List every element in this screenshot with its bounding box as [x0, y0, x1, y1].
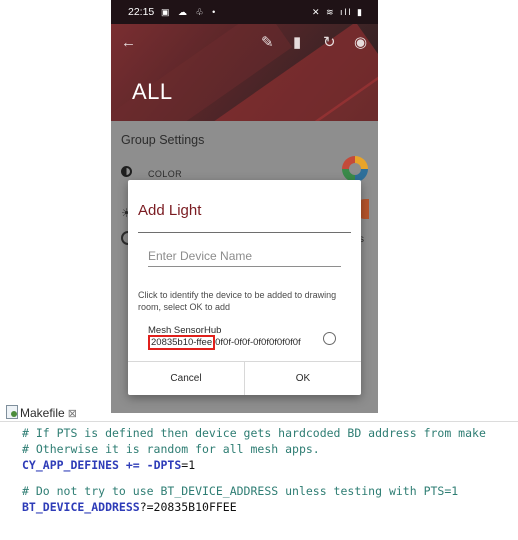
hint-text: Click to identify the device to be added… [138, 290, 337, 312]
refresh-icon[interactable]: ↻ [323, 34, 336, 52]
delete-icon[interactable]: ▮ [293, 34, 301, 52]
code-line-5: BT_DEVICE_ADDRESS?=20835B10FFEE [22, 499, 237, 515]
uuid-highlight: 20835b10-ffee [148, 335, 216, 350]
color-label: COLOR [148, 169, 183, 179]
notification-icons: ▣ ☁ ♧ • [161, 7, 219, 17]
system-icons: ✕ ≋ ıll ▮ [311, 7, 364, 17]
code-line-4: # Do not try to use BT_DEVICE_ADDRESS un… [22, 484, 459, 498]
device-list-item[interactable]: Mesh SensorHub 20835b10-ffee 0f0f-0f0f-0f… [144, 325, 354, 355]
back-arrow-icon[interactable]: ← [121, 34, 136, 52]
title-divider [138, 232, 351, 233]
tab-divider [0, 421, 518, 422]
device-uuid: 20835b10-ffee 0f0f-0f0f-0f0f0f0f0f0f [148, 335, 301, 350]
status-bar: 22:15 ▣ ☁ ♧ • ✕ ≋ ıll ▮ [111, 0, 378, 24]
tab-label: Makefile [20, 406, 65, 420]
tab-makefile[interactable]: Makefile ⊠ [6, 404, 77, 422]
device-name-input[interactable] [148, 246, 341, 267]
cancel-button[interactable]: Cancel [128, 362, 244, 395]
device-radio-button[interactable] [323, 332, 336, 345]
code-line-1: # If PTS is defined then device gets har… [22, 426, 486, 440]
code-line-3: CY_APP_DEFINES += -DPTS=1 [22, 457, 195, 473]
color-wheel-icon[interactable] [342, 156, 368, 182]
contrast-icon [121, 166, 132, 177]
section-title: Group Settings [121, 133, 205, 147]
target-icon[interactable]: ◉ [354, 34, 367, 52]
add-light-dialog: Add Light Click to identify the device t… [128, 180, 361, 395]
edit-icon[interactable]: ✎ [261, 34, 274, 52]
code-operator: += [118, 458, 147, 472]
ok-button[interactable]: OK [245, 362, 361, 395]
close-icon[interactable]: ⊠ [68, 408, 77, 420]
code-value-suffix: =1 [181, 458, 196, 472]
code-value: ?=20835B10FFEE [139, 500, 237, 514]
app-bar: ← ✎ ▮ ↻ ◉ ALL [111, 24, 378, 121]
code-line-2: # Otherwise it is random for all mesh ap… [22, 442, 320, 456]
status-time: 22:15 [128, 6, 155, 18]
code-key: BT_DEVICE_ADDRESS [22, 500, 140, 514]
code-value: -DPTS [146, 458, 182, 472]
page-title: ALL [132, 79, 173, 104]
dialog-title: Add Light [138, 202, 202, 219]
uuid-rest: 0f0f-0f0f-0f0f0f0f0f0f [215, 337, 301, 348]
makefile-icon [6, 405, 18, 419]
code-key: CY_APP_DEFINES [22, 458, 119, 472]
